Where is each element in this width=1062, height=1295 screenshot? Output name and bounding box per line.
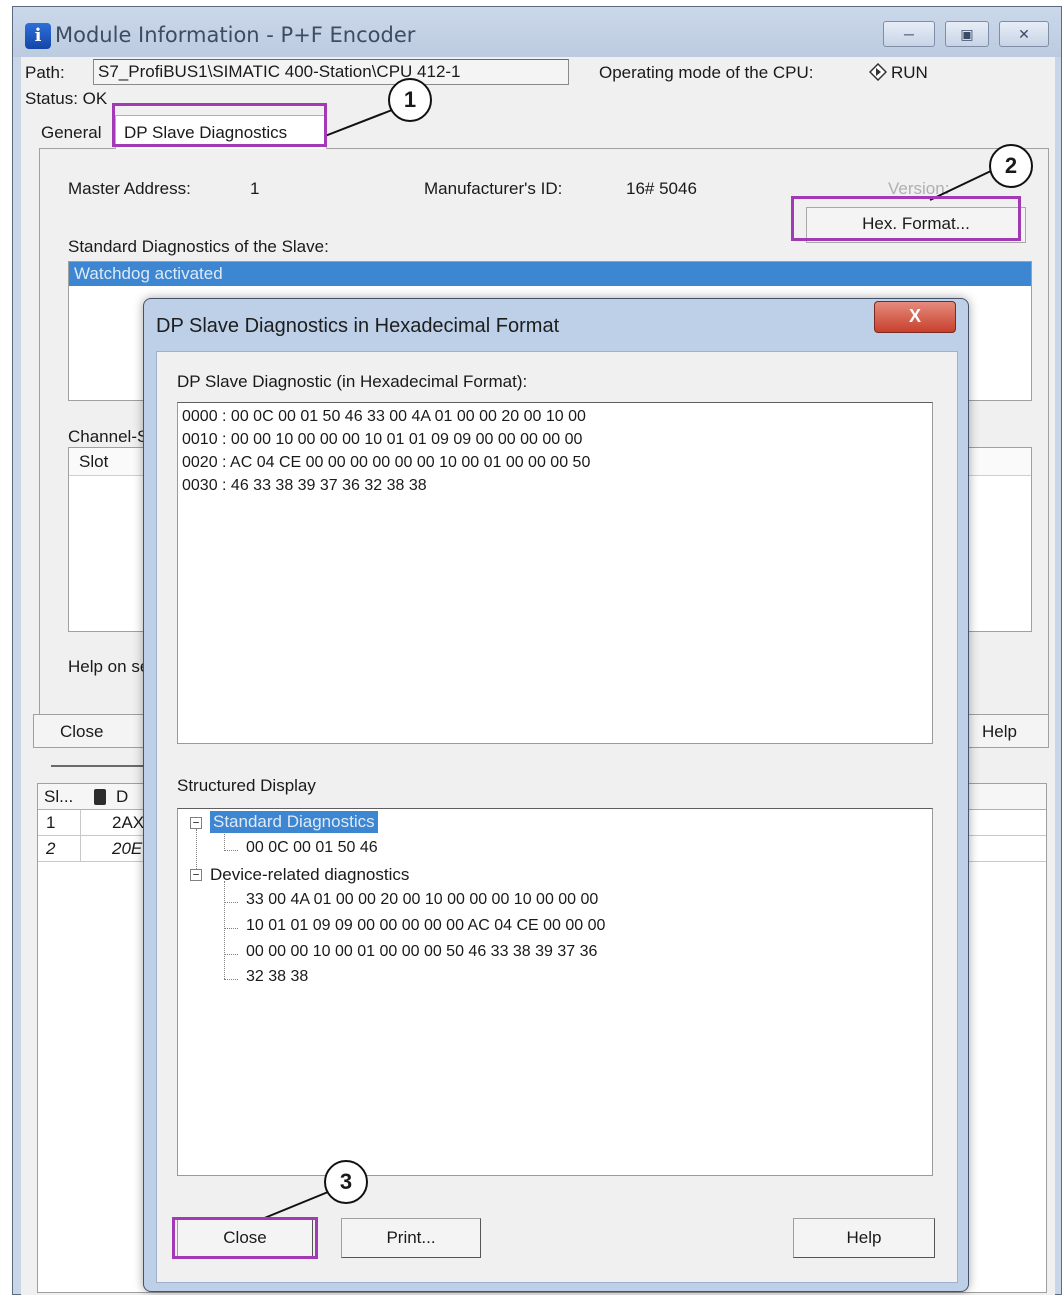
callout-badge-3: 3	[324, 1160, 368, 1204]
highlight-box-hex-format	[791, 196, 1021, 241]
callout-leader-lines	[261, 109, 994, 1220]
callout-badge-1: 1	[388, 78, 432, 122]
highlight-box-close	[172, 1217, 318, 1259]
callout-badge-2: 2	[989, 144, 1033, 188]
highlight-box-tab	[112, 103, 327, 147]
